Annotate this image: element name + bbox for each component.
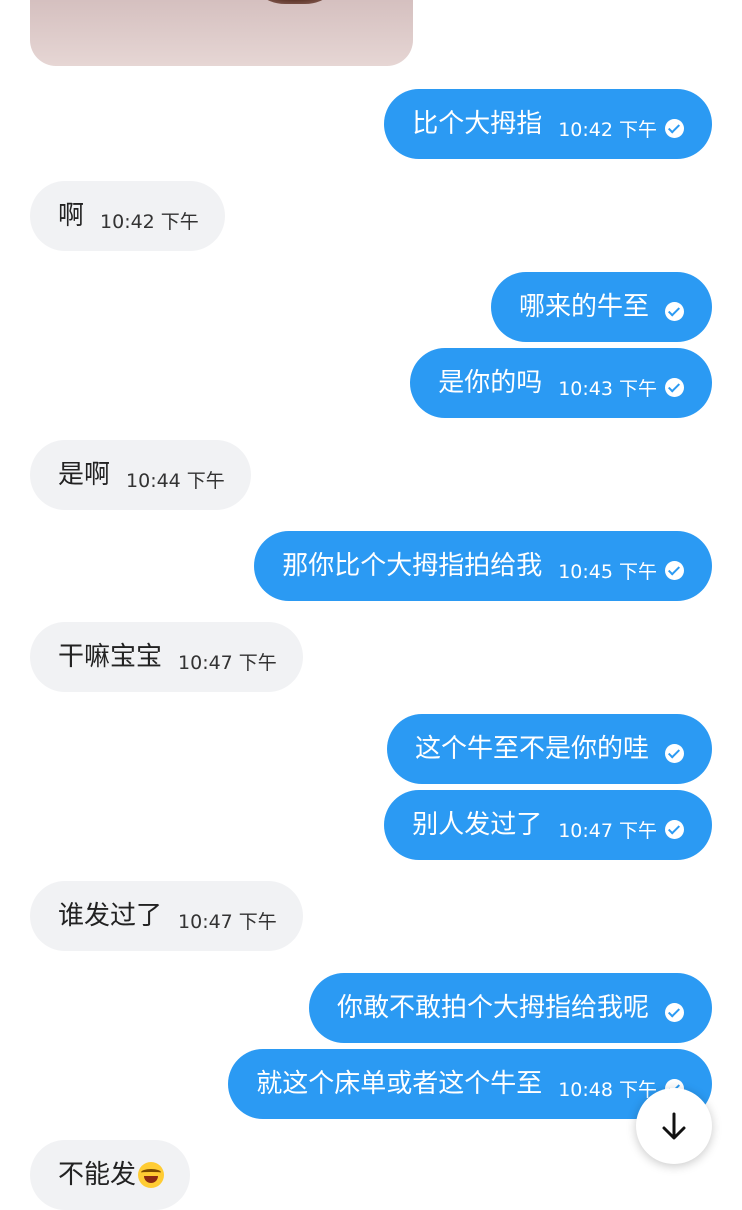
message-bubble-outgoing[interactable]: 比个大拇指 10:42 下午 <box>384 89 712 159</box>
message-bubble-outgoing[interactable]: 是你的吗 10:43 下午 <box>410 348 712 418</box>
message-text: 不能发 <box>58 1160 137 1190</box>
photo-content <box>245 0 345 4</box>
message-text: 就这个床单或者这个牛至 <box>256 1069 543 1099</box>
chat-view: 昨天 比个大拇指 10:42 下午 啊 10:42 下午 哪来的牛至 是你的吗 … <box>0 0 742 1210</box>
message-bubble-incoming[interactable]: 干嘛宝宝 10:47 下午 <box>30 622 303 692</box>
message-text: 比个大拇指 <box>412 109 543 139</box>
message-time: 10:43 下午 <box>558 377 657 400</box>
read-check-icon <box>665 1002 684 1022</box>
message-bubble-outgoing[interactable]: 你敢不敢拍个大拇指给我呢 <box>308 973 712 1043</box>
message-time: 10:44 下午 <box>126 469 225 492</box>
read-check-icon <box>665 118 684 138</box>
message-bubble-outgoing[interactable]: 别人发过了 10:47 下午 <box>384 790 712 860</box>
message-text: 谁发过了 <box>58 901 163 931</box>
message-text: 哪来的牛至 <box>518 292 649 322</box>
message-bubble-incoming[interactable]: 是啊 10:44 下午 <box>30 440 251 510</box>
read-check-icon <box>665 377 684 397</box>
message-time: 10:47 下午 <box>558 819 657 842</box>
message-bubble-incoming[interactable]: 啊 10:42 下午 <box>30 181 225 251</box>
message-text: 那你比个大拇指拍给我 <box>282 551 543 581</box>
message-time: 10:48 下午 <box>558 1078 657 1101</box>
message-time: 10:45 下午 <box>558 560 657 583</box>
message-text: 是你的吗 <box>438 368 543 398</box>
photo-message[interactable]: 昨天 <box>30 0 413 66</box>
face-with-tears-of-joy-icon <box>138 1162 165 1188</box>
message-text: 是啊 <box>58 460 111 490</box>
message-text: 啊 <box>58 201 85 231</box>
read-check-icon <box>665 301 684 321</box>
read-check-icon <box>665 560 684 580</box>
message-bubble-outgoing[interactable]: 那你比个大拇指拍给我 10:45 下午 <box>254 531 712 601</box>
read-check-icon <box>665 743 684 763</box>
arrow-down-icon <box>662 1112 686 1140</box>
message-text: 你敢不敢拍个大拇指给我呢 <box>336 993 649 1023</box>
message-time: 10:47 下午 <box>178 910 277 933</box>
message-time: 10:42 下午 <box>558 118 657 141</box>
message-text: 别人发过了 <box>412 810 543 840</box>
message-time: 10:47 下午 <box>178 651 277 674</box>
message-bubble-outgoing[interactable]: 哪来的牛至 <box>490 272 712 342</box>
message-bubble-incoming[interactable]: 谁发过了 10:47 下午 <box>30 881 303 951</box>
message-time: 10:42 下午 <box>100 210 199 233</box>
message-text: 干嘛宝宝 <box>58 642 163 672</box>
message-bubble-outgoing[interactable]: 这个牛至不是你的哇 <box>386 714 712 784</box>
read-check-icon <box>665 819 684 839</box>
message-text: 这个牛至不是你的哇 <box>414 734 649 764</box>
scroll-to-bottom-button[interactable] <box>636 1088 712 1164</box>
